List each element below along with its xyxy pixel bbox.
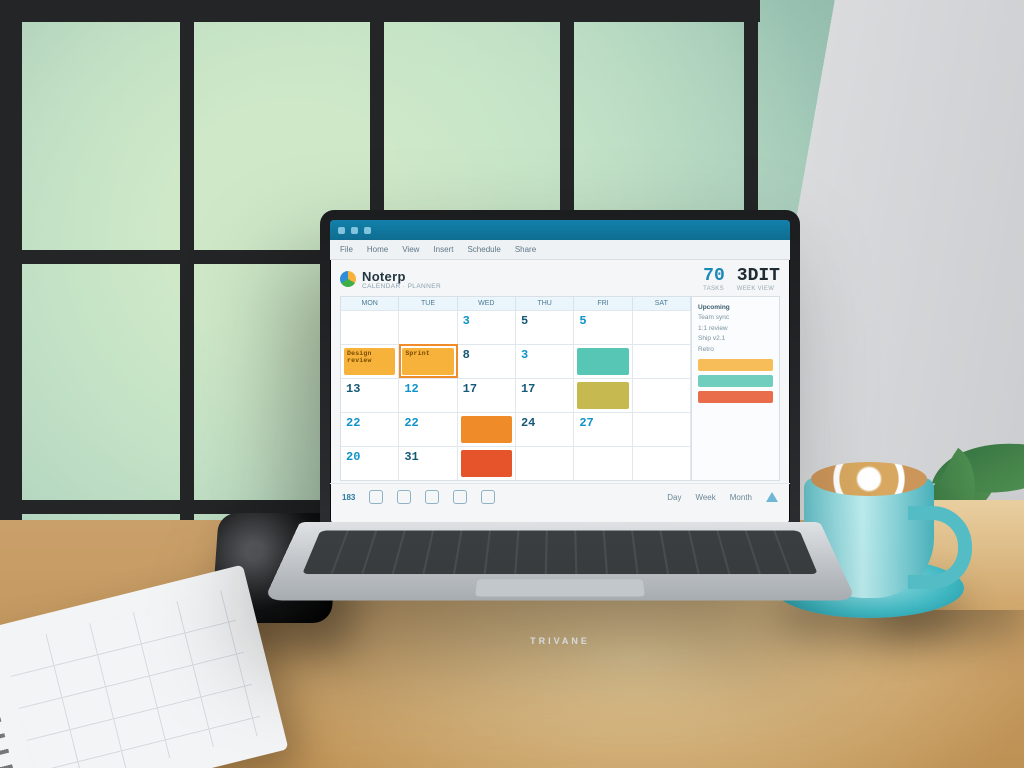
window-titlebar[interactable]: [330, 220, 790, 240]
calendar-cell[interactable]: [633, 310, 691, 344]
calendar-grid[interactable]: MON TUE WED THU FRI SAT 355Design review…: [340, 296, 692, 481]
window-control-icon[interactable]: [351, 227, 358, 234]
calendar-cell[interactable]: 17: [458, 378, 516, 412]
view-icon[interactable]: [397, 490, 411, 504]
app-logo-icon: [340, 271, 356, 287]
workspace-photo: File Home View Insert Schedule Share Not…: [0, 0, 1024, 768]
calendar-event[interactable]: [577, 348, 628, 375]
calendar-cell[interactable]: 5: [574, 310, 632, 344]
calendar-cell[interactable]: 31: [399, 446, 457, 480]
calendar-event[interactable]: [461, 416, 512, 443]
day-header: SAT: [633, 297, 691, 310]
calendar-event[interactable]: [461, 450, 512, 477]
sidebar-line[interactable]: Team sync: [698, 313, 773, 323]
metric-value: 3DIT: [737, 266, 780, 286]
sidebar-heading: Upcoming: [698, 303, 773, 313]
app-header: Noterp CALENDAR · PLANNER 70 TASKS 3DIT …: [330, 260, 790, 296]
metric-value: 70: [703, 266, 725, 286]
calendar-cell[interactable]: 27: [574, 412, 632, 446]
footer-count: 183: [342, 493, 355, 502]
sidebar-line[interactable]: Ship v2.1: [698, 334, 773, 344]
laptop-trackpad: [475, 579, 645, 596]
calendar-cell[interactable]: 20: [341, 446, 399, 480]
calendar-cell[interactable]: 3: [458, 310, 516, 344]
calendar-cell[interactable]: 22: [399, 412, 457, 446]
calendar-cell[interactable]: 22: [341, 412, 399, 446]
calendar-event[interactable]: Design review: [344, 348, 395, 375]
calendar-cell[interactable]: [633, 344, 691, 378]
metric-label: WEEK VIEW: [737, 286, 780, 292]
laptop-brand-label: TRIVANE: [530, 636, 590, 646]
ribbon-tab[interactable]: Insert: [433, 245, 453, 254]
laptop-base: [264, 522, 857, 601]
laptop-keyboard: [302, 531, 818, 575]
app-subtitle: CALENDAR · PLANNER: [362, 283, 441, 290]
header-metric: 3DIT WEEK VIEW: [737, 266, 780, 292]
paper-notebook: [0, 565, 289, 768]
window-control-icon[interactable]: [364, 227, 371, 234]
laptop-screen: File Home View Insert Schedule Share Not…: [330, 220, 790, 524]
calendar-cell[interactable]: [574, 344, 632, 378]
calendar-cell[interactable]: [633, 378, 691, 412]
calendar-cell[interactable]: [574, 378, 632, 412]
calendar-event[interactable]: Sprint: [402, 348, 453, 375]
play-icon[interactable]: [766, 492, 778, 502]
calendar-cell[interactable]: [399, 310, 457, 344]
sidebar-line[interactable]: Retro: [698, 345, 773, 355]
calendar-cell[interactable]: [458, 446, 516, 480]
sidebar-chip: [698, 375, 773, 387]
calendar-cell[interactable]: 13: [341, 378, 399, 412]
window-control-icon[interactable]: [338, 227, 345, 234]
app-name: Noterp: [362, 269, 441, 284]
day-header: FRI: [574, 297, 632, 310]
view-icon[interactable]: [425, 490, 439, 504]
day-header: THU: [516, 297, 574, 310]
calendar-cell[interactable]: 24: [516, 412, 574, 446]
view-icon[interactable]: [369, 490, 383, 504]
laptop: File Home View Insert Schedule Share Not…: [300, 210, 820, 690]
calendar-cell[interactable]: [574, 446, 632, 480]
footer-item[interactable]: Month: [730, 493, 752, 502]
calendar-cell[interactable]: Design review: [341, 344, 399, 378]
sidebar-panel: Upcoming Team sync 1:1 review Ship v2.1 …: [692, 296, 780, 481]
calendar-cell[interactable]: [458, 412, 516, 446]
footer-item[interactable]: Day: [667, 493, 681, 502]
metric-label: TASKS: [703, 286, 725, 292]
sidebar-chip: [698, 359, 773, 371]
calendar-event[interactable]: [577, 382, 628, 409]
calendar-cell[interactable]: [341, 310, 399, 344]
ribbon-tab[interactable]: File: [340, 245, 353, 254]
laptop-lid: File Home View Insert Schedule Share Not…: [320, 210, 800, 540]
view-icon[interactable]: [453, 490, 467, 504]
ribbon-tab[interactable]: View: [402, 245, 419, 254]
calendar-cell[interactable]: 3: [516, 344, 574, 378]
sidebar-line[interactable]: 1:1 review: [698, 324, 773, 334]
view-icon[interactable]: [481, 490, 495, 504]
day-header: MON: [341, 297, 399, 310]
calendar-cell[interactable]: 5: [516, 310, 574, 344]
day-header: WED: [458, 297, 516, 310]
header-metric: 70 TASKS: [703, 266, 725, 292]
status-footer: 183 Day Week Month: [330, 483, 790, 510]
ribbon-tab[interactable]: Share: [515, 245, 536, 254]
calendar-cell[interactable]: Sprint: [399, 344, 457, 378]
footer-item[interactable]: Week: [695, 493, 715, 502]
calendar-cell[interactable]: [516, 446, 574, 480]
sidebar-chip: [698, 391, 773, 403]
day-header: TUE: [399, 297, 457, 310]
calendar-cell[interactable]: 17: [516, 378, 574, 412]
calendar-cell[interactable]: [633, 446, 691, 480]
ribbon-tab[interactable]: Home: [367, 245, 388, 254]
calendar-cell[interactable]: 8: [458, 344, 516, 378]
ribbon-tab[interactable]: Schedule: [467, 245, 500, 254]
ribbon-tabs: File Home View Insert Schedule Share: [330, 240, 790, 260]
calendar-day-headers: MON TUE WED THU FRI SAT: [341, 297, 691, 310]
calendar-cell[interactable]: 12: [399, 378, 457, 412]
calendar-cell[interactable]: [633, 412, 691, 446]
